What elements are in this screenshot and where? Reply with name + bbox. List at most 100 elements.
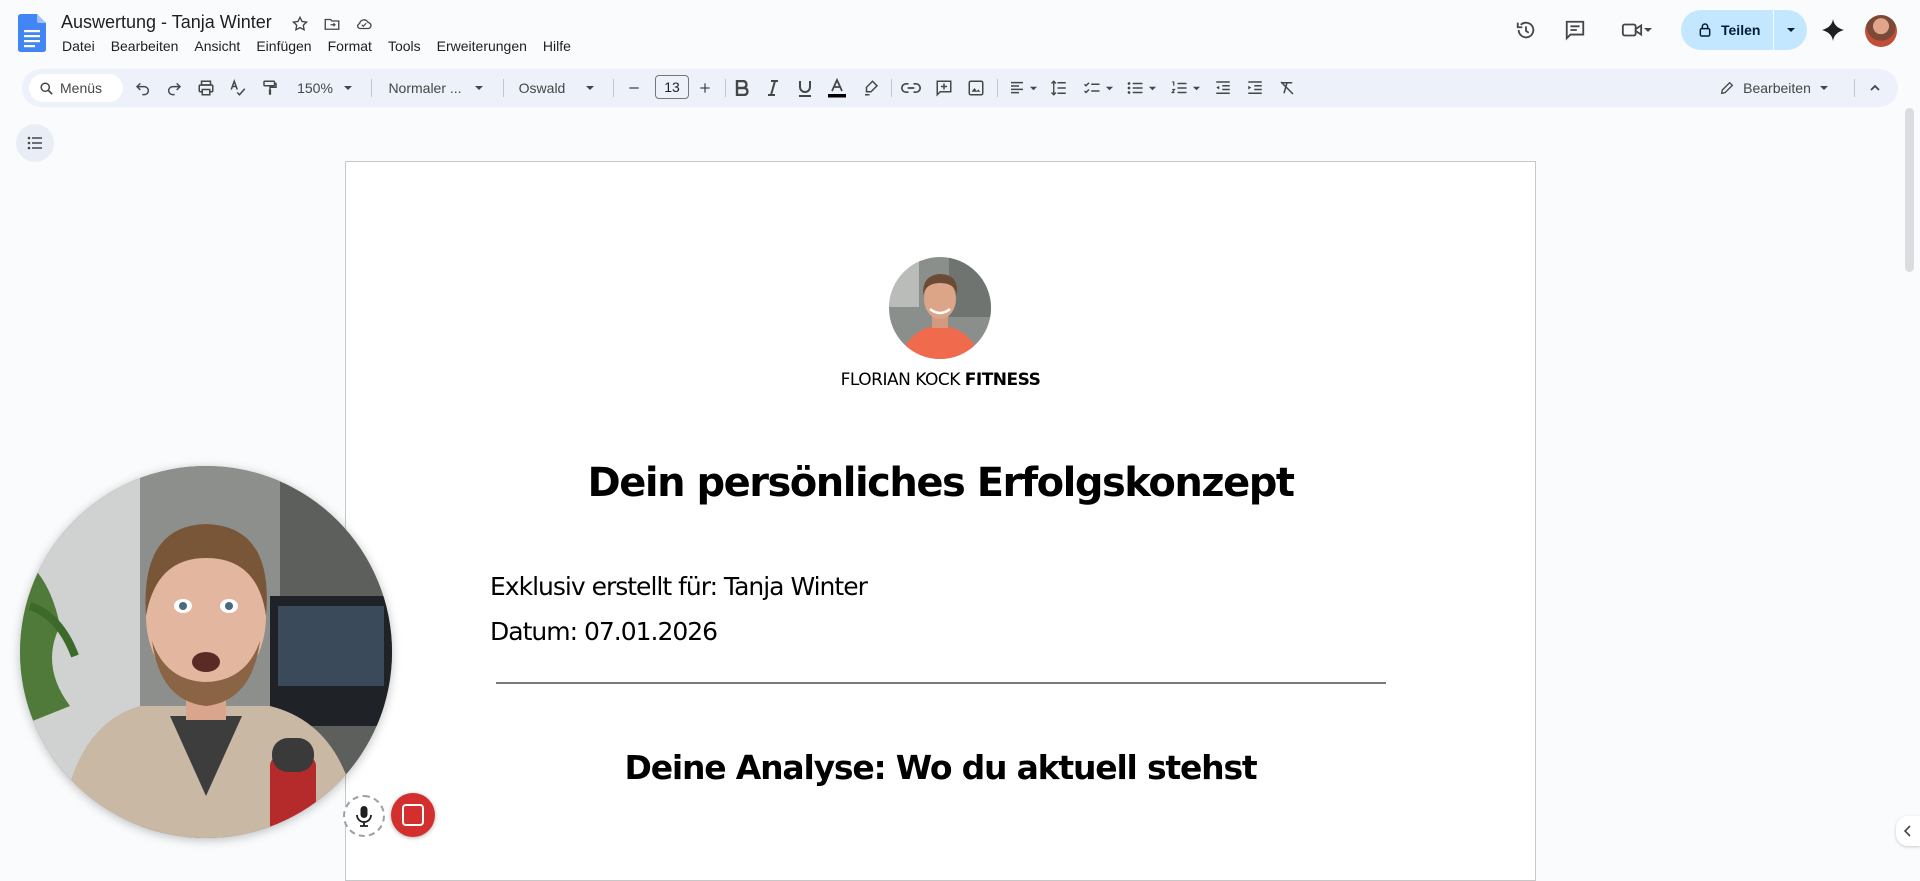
zoom-value: 150%	[297, 80, 333, 96]
editing-mode-select[interactable]: Bearbeiten	[1706, 75, 1842, 101]
comments-icon[interactable]	[1559, 14, 1591, 46]
search-menus-label: Menüs	[60, 80, 103, 96]
menu-bearbeiten[interactable]: Bearbeiten	[103, 36, 187, 56]
share-button[interactable]: Teilen	[1681, 10, 1773, 50]
star-icon[interactable]	[290, 14, 310, 34]
print-icon[interactable]	[193, 75, 219, 101]
toolbar-divider	[503, 79, 504, 97]
chevron-down-icon	[1819, 86, 1828, 90]
align-select[interactable]	[1005, 75, 1041, 101]
chevron-down-icon	[1029, 86, 1037, 90]
document-page[interactable]: FLORIAN KOCK FITNESS Dein persönliches E…	[345, 161, 1536, 881]
toolbar-divider	[725, 79, 726, 97]
menu-erweiterungen[interactable]: Erweiterungen	[429, 36, 535, 56]
paint-format-icon[interactable]	[257, 75, 283, 101]
search-icon	[40, 81, 53, 95]
undo-icon[interactable]	[130, 75, 156, 101]
docs-logo-icon[interactable]	[18, 14, 46, 52]
date-line: Datum: 07.01.2026	[490, 617, 718, 646]
increase-indent-icon[interactable]	[1242, 75, 1268, 101]
text-color-icon[interactable]	[824, 75, 850, 101]
share-label: Teilen	[1721, 22, 1761, 38]
underline-icon[interactable]	[792, 75, 818, 101]
redo-icon[interactable]	[161, 75, 187, 101]
meet-video-icon[interactable]	[1615, 14, 1659, 46]
account-avatar[interactable]	[1865, 15, 1897, 47]
pencil-icon	[1720, 81, 1734, 95]
horizontal-rule	[496, 682, 1386, 684]
highlight-color-icon[interactable]	[858, 75, 884, 101]
formatting-toolbar: Menüs 150% Normaler ... Oswald 13 Bearbe…	[22, 69, 1898, 107]
bulleted-list-select[interactable]	[1123, 75, 1159, 101]
align-left-icon	[1010, 81, 1023, 94]
menu-bar: Datei Bearbeiten Ansicht Einfügen Format…	[54, 36, 579, 56]
toolbar-divider	[1854, 79, 1855, 97]
paragraph-style-select[interactable]: Normaler ...	[380, 75, 492, 101]
chevron-down-icon	[474, 86, 483, 90]
insert-link-icon[interactable]	[898, 75, 924, 101]
version-history-icon[interactable]	[1510, 14, 1542, 46]
checklist-icon	[1083, 82, 1099, 94]
chevron-left-icon	[1903, 825, 1911, 837]
zoom-select[interactable]: 150%	[292, 75, 358, 101]
brand-name-regular: FLORIAN KOCK	[840, 370, 961, 390]
recording-microphone-button[interactable]	[343, 795, 385, 837]
font-size-input[interactable]: 13	[655, 75, 689, 99]
collapse-toolbar-icon[interactable]	[1862, 75, 1888, 101]
chevron-down-icon	[1644, 28, 1652, 32]
insert-image-icon[interactable]	[963, 75, 989, 101]
section-heading: Deine Analyse: Wo du aktuell stehst	[624, 748, 1258, 787]
bulleted-list-icon	[1127, 82, 1142, 94]
toolbar-divider	[997, 79, 998, 97]
webcam-overlay[interactable]	[20, 466, 392, 838]
font-family-select[interactable]: Oswald	[510, 75, 604, 101]
clear-formatting-icon[interactable]	[1274, 75, 1300, 101]
insert-comment-icon[interactable]	[931, 75, 957, 101]
menu-datei[interactable]: Datei	[54, 36, 103, 56]
chevron-down-icon	[1192, 86, 1200, 90]
brand-name: FLORIAN KOCK FITNESS	[346, 370, 1535, 390]
share-options-button[interactable]	[1774, 10, 1807, 50]
spellcheck-icon[interactable]	[225, 75, 251, 101]
share-button-group: Teilen	[1681, 10, 1807, 50]
chevron-down-icon	[343, 86, 352, 90]
decrease-indent-icon[interactable]	[1210, 75, 1236, 101]
toolbar-divider	[891, 79, 892, 97]
bold-icon[interactable]	[729, 75, 755, 101]
document-heading: Dein persönliches Erfolgskonzept	[587, 460, 1295, 506]
lock-icon	[1699, 23, 1711, 37]
numbered-list-select[interactable]	[1167, 75, 1203, 101]
side-panel-toggle[interactable]	[1896, 816, 1920, 846]
brand-name-bold: FITNESS	[964, 370, 1041, 390]
toolbar-divider	[371, 79, 372, 97]
document-outline-button[interactable]	[16, 124, 54, 162]
menu-einfuegen[interactable]: Einfügen	[248, 36, 319, 56]
italic-icon[interactable]	[760, 75, 786, 101]
menu-hilfe[interactable]: Hilfe	[535, 36, 579, 56]
increase-font-size-icon[interactable]	[694, 75, 716, 101]
vertical-scrollbar[interactable]	[1905, 108, 1914, 272]
menu-ansicht[interactable]: Ansicht	[186, 36, 248, 56]
gemini-sparkle-icon[interactable]	[1817, 14, 1849, 46]
editing-mode-value: Bearbeiten	[1743, 80, 1811, 96]
menu-tools[interactable]: Tools	[380, 36, 429, 56]
search-menus-button[interactable]: Menüs	[29, 74, 123, 102]
decrease-font-size-icon[interactable]	[623, 75, 645, 101]
font-family-value: Oswald	[518, 80, 566, 96]
chevron-down-icon	[1105, 86, 1113, 90]
stop-icon	[402, 804, 424, 826]
title-bar: Auswertung - Tanja Winter Datei Bearbeit…	[0, 0, 1920, 64]
chevron-down-icon	[586, 86, 595, 90]
move-folder-icon[interactable]	[322, 14, 342, 34]
numbered-list-icon	[1170, 81, 1186, 94]
document-title[interactable]: Auswertung - Tanja Winter	[61, 12, 272, 33]
line-spacing-icon[interactable]	[1046, 75, 1072, 101]
stop-recording-button[interactable]	[391, 793, 435, 837]
chevron-down-icon	[1786, 28, 1795, 32]
menu-format[interactable]: Format	[320, 36, 380, 56]
checklist-select[interactable]	[1080, 75, 1116, 101]
microphone-icon	[356, 806, 372, 827]
created-for-line: Exklusiv erstellt für: Tanja Winter	[490, 572, 868, 601]
chevron-down-icon	[1148, 86, 1156, 90]
cloud-saved-icon[interactable]	[354, 14, 374, 34]
